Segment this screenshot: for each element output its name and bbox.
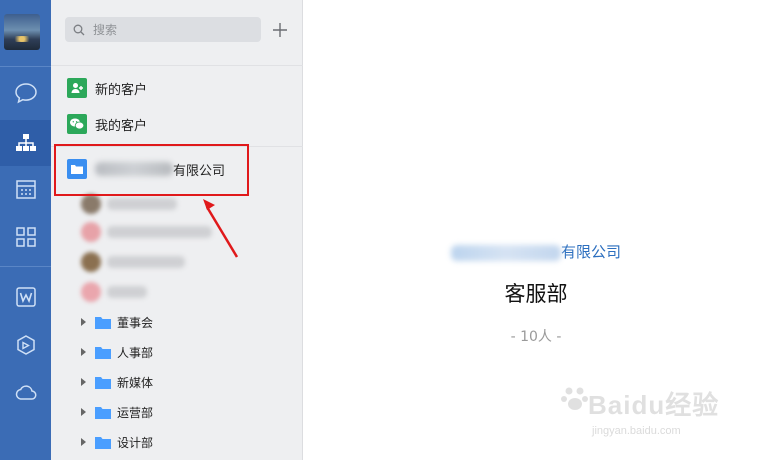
contacts-button[interactable] [0,120,51,166]
new-customers-item[interactable]: 新的客户 [51,71,303,105]
dept-label: 设计部 [117,435,154,450]
caret-right-icon[interactable] [81,378,86,386]
dept-label: 董事会 [117,315,154,330]
my-customers-label: 我的客户 [95,118,148,134]
dept-label: 运营部 [117,405,154,420]
member-count: - 10人 - [510,329,562,345]
caret-right-icon[interactable] [81,438,86,446]
dept-item[interactable]: 新媒体 [51,370,303,394]
dept-item[interactable]: 人事部 [51,340,303,364]
list-item[interactable] [81,281,147,303]
dept-item[interactable]: 董事会 [51,310,303,334]
dept-label: 人事部 [117,345,154,360]
paw-logo-icon [561,387,588,410]
org-chart-icon [15,134,36,151]
dept-item[interactable]: 运营部 [51,400,303,424]
rail-divider [0,266,51,267]
member-name-redacted [107,198,177,210]
list-item[interactable] [81,221,212,243]
search-box[interactable] [65,17,261,42]
left-rail [0,0,51,460]
rail-divider [0,66,51,67]
detail-company-name: 有限公司 [304,241,768,262]
avatar [81,194,101,214]
messages-button[interactable] [0,70,51,116]
cloud-icon [15,385,36,400]
workspace-button[interactable] [0,214,51,260]
company-name-redacted [450,244,561,261]
page-title: 客服部 [504,282,568,306]
apps-button[interactable] [0,322,51,368]
avatar[interactable] [4,14,40,50]
avatar [81,222,101,242]
member-name-redacted [107,256,185,268]
calendar-icon [15,180,36,199]
list-item[interactable] [81,251,185,273]
dept-label: 新媒体 [117,375,154,390]
watermark-main: Baidu经验 [588,390,720,420]
baidu-watermark: Baidu经验 jingyan.baidu.com [560,375,760,445]
new-customers-label: 新的客户 [95,82,148,98]
cloud-button[interactable] [0,370,51,416]
w-document-icon [15,287,36,307]
caret-right-icon[interactable] [81,318,86,326]
watermark-sub: jingyan.baidu.com [592,425,681,437]
folder-icon [95,406,111,419]
detail-company-suffix: 有限公司 [560,243,621,261]
avatar [81,252,101,272]
avatar [81,282,101,302]
list-item[interactable] [81,193,177,215]
chat-bubble-icon [14,83,37,104]
add-contact-icon [67,78,87,98]
document-button[interactable] [0,274,51,320]
add-button[interactable] [268,17,292,42]
plus-icon [273,22,287,37]
folder-icon [95,316,111,329]
annotation-highlight-box [54,144,249,196]
grid-apps-icon [15,227,36,247]
annotation-arrow [203,199,239,258]
search-icon [73,24,85,35]
folder-icon [95,376,111,389]
divider [51,65,303,66]
caret-right-icon[interactable] [81,348,86,356]
folder-icon [95,436,111,449]
cube-icon [16,335,35,355]
search-input[interactable] [93,22,243,37]
folder-icon [95,346,111,359]
my-customers-item[interactable]: 我的客户 [51,107,303,141]
dept-item[interactable]: 设计部 [51,430,303,454]
contacts-panel: 新的客户 我的客户 有限公司 [51,0,303,460]
member-name-redacted [107,286,147,298]
wechat-icon [67,114,87,134]
caret-right-icon[interactable] [81,408,86,416]
calendar-button[interactable] [0,166,51,212]
